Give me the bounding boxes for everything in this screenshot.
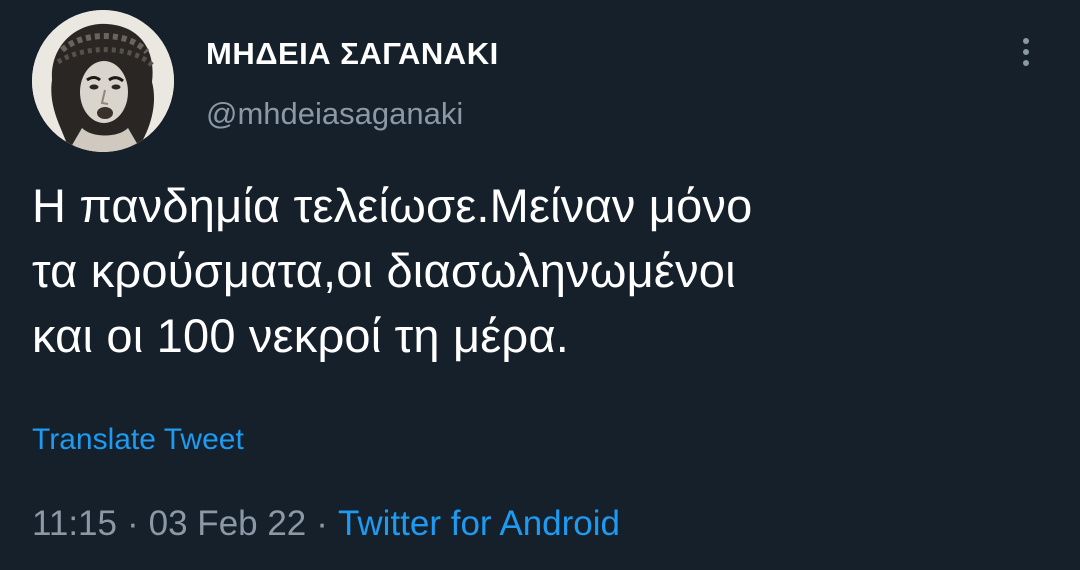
user-photo-icon	[32, 10, 174, 152]
tweet-text-line: Η πανδημία τελείωσε.Μείναν μόνο	[32, 179, 753, 232]
separator: ·	[127, 504, 139, 543]
tweet-card: ΜΗΔΕΙΑ ΣΑΓΑΝΑΚΙ @mhdeiasaganaki Η πανδημ…	[0, 0, 1080, 570]
separator: ·	[316, 504, 328, 543]
tweet-text-line: και οι 100 νεκροί τη μέρα.	[32, 309, 570, 362]
avatar[interactable]	[32, 10, 174, 152]
more-vertical-icon	[1023, 38, 1029, 44]
tweet-text-line: τα κρούσματα,οι διασωληνωμένοι	[32, 244, 736, 297]
translate-tweet-link[interactable]: Translate Tweet	[32, 423, 244, 457]
tweet-source-link[interactable]: Twitter for Android	[338, 504, 620, 543]
display-name[interactable]: ΜΗΔΕΙΑ ΣΑΓΑΝΑΚΙ	[206, 36, 499, 72]
more-options-button[interactable]	[1010, 30, 1042, 74]
user-handle[interactable]: @mhdeiasaganaki	[206, 96, 463, 132]
tweet-date[interactable]: 03 Feb 22	[149, 504, 307, 543]
tweet-text: Η πανδημία τελείωσε.Μείναν μόνο τα κρούσ…	[32, 173, 1042, 368]
tweet-metadata: 11:15 · 03 Feb 22 · Twitter for Android	[32, 504, 620, 544]
more-vertical-icon	[1023, 49, 1029, 55]
more-vertical-icon	[1023, 60, 1029, 66]
tweet-time[interactable]: 11:15	[32, 504, 117, 543]
